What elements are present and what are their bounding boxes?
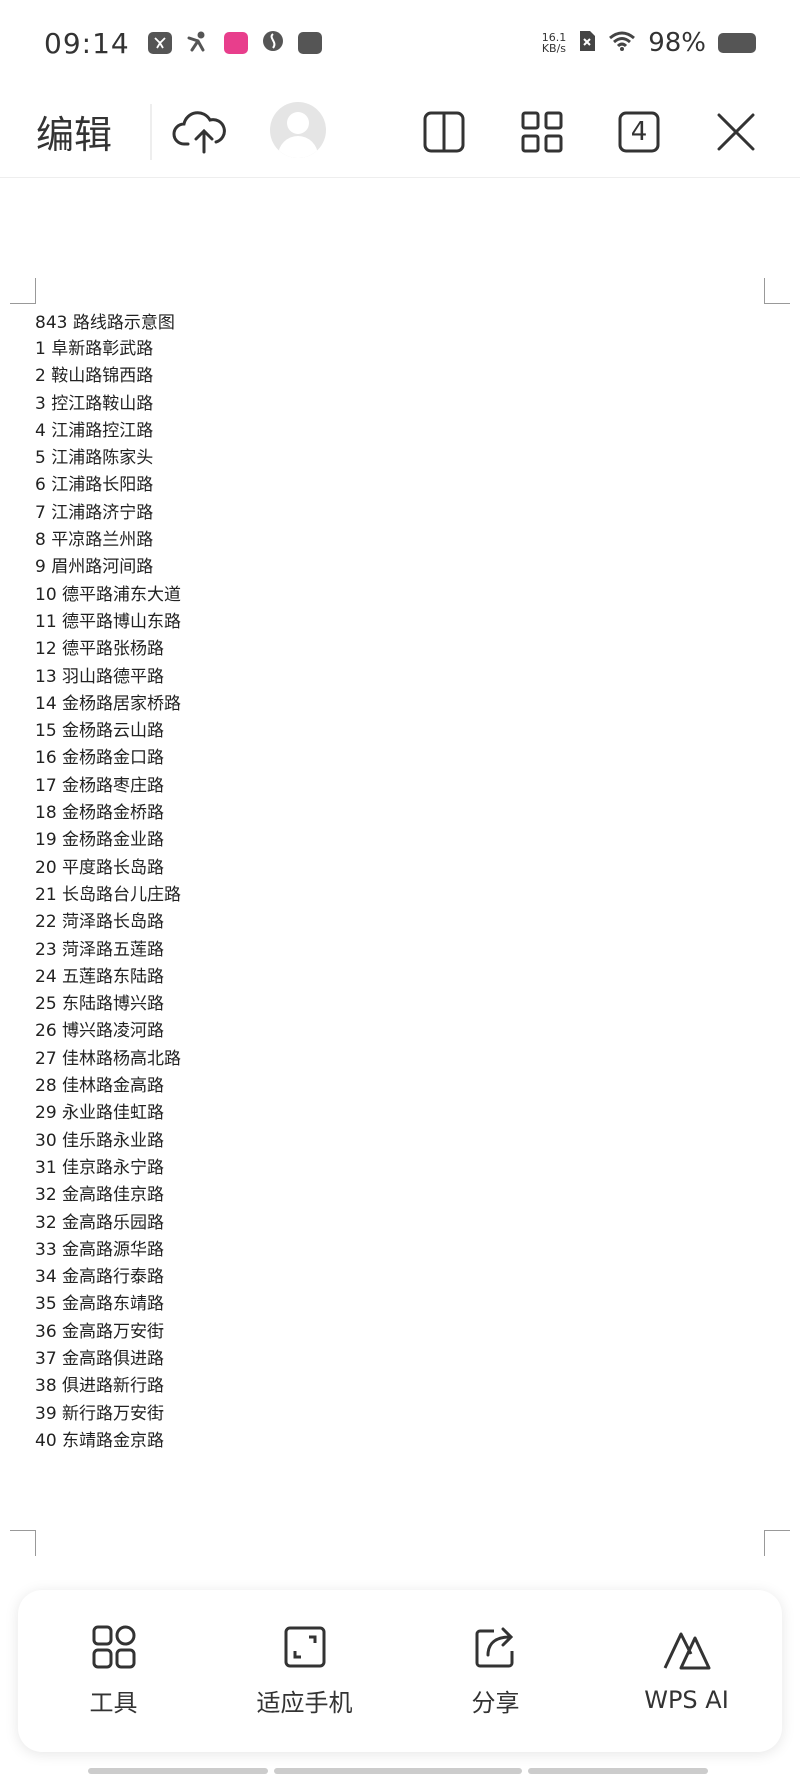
sim-icon: [578, 30, 596, 56]
page-corner-mark: [10, 1530, 36, 1556]
route-line: 36 金高路万安街: [35, 1321, 165, 1342]
share-label: 分享: [471, 1688, 520, 1717]
scroll-segment: [528, 1768, 708, 1774]
route-line: 11 德平路博山东路: [35, 611, 182, 632]
route-list: 1 阜新路彰武路 2 鞍山路锦西路 3 控江路鞍山路 4 江浦路控江路 5 江浦路陈家头…: [0, 336, 181, 1455]
route-line: 30 佳乐路永业路: [35, 1130, 165, 1151]
route-line: 31 佳京路永宁路: [35, 1157, 165, 1178]
route-line: 34 金高路行泰路: [35, 1267, 165, 1288]
route-line: 25 东陆路博兴路: [35, 994, 165, 1015]
tools-label: 工具: [89, 1688, 138, 1717]
route-line: 15 金杨路云山路: [35, 721, 165, 742]
route-line: 23 菏泽路五莲路: [35, 939, 165, 960]
route-line: 37 金高路俱进路: [35, 1348, 165, 1369]
status-bar: 09:14 16.1 KB/s 98%: [0, 0, 800, 86]
document-toolbar: 编辑 4: [0, 86, 800, 178]
page-corner-mark: [10, 278, 36, 304]
news-icon: [297, 32, 322, 54]
route-line: 39 新行路万安街: [35, 1403, 165, 1424]
document-title: 843 路线路示意图: [35, 313, 175, 333]
route-line: 3 控江路鞍山路: [35, 393, 154, 414]
page-count-button[interactable]: 4: [611, 104, 667, 160]
wps-ai-button[interactable]: WPS AI: [607, 1628, 767, 1714]
route-line: 18 金杨路金桥路: [35, 803, 165, 824]
fit-screen-icon: [284, 1626, 325, 1667]
scroll-segment: [88, 1768, 268, 1774]
scroll-segment: [274, 1768, 522, 1774]
route-line: 27 佳林路杨高北路: [35, 1048, 182, 1069]
route-line: 22 菏泽路长岛路: [35, 912, 165, 933]
wifi-icon: [608, 30, 636, 56]
toolbar-divider: [150, 103, 152, 160]
route-line: 26 博兴路凌河路: [35, 1021, 165, 1042]
tools-icon: [92, 1625, 135, 1668]
avatar[interactable]: [270, 102, 326, 158]
status-time: 09:14: [44, 26, 130, 60]
page-corner-mark: [764, 278, 790, 304]
route-line: 12 德平路张杨路: [35, 639, 165, 660]
toutiao-icon: [147, 32, 172, 54]
route-line: 10 德平路浦东大道: [35, 584, 182, 605]
globe-icon: [262, 30, 284, 56]
page-count: 4: [630, 117, 648, 147]
document-page: 843 路线路示意图 1 阜新路彰武路 2 鞍山路锦西路 3 控江路鞍山路 4 江浦路…: [0, 178, 800, 1578]
route-line: 6 江浦路长阳路: [35, 475, 154, 496]
status-app-icons: [147, 30, 322, 56]
share-icon: [475, 1627, 513, 1667]
split-view-icon[interactable]: [416, 104, 472, 160]
person-icon: [186, 30, 210, 56]
route-line: 40 东靖路金京路: [35, 1430, 165, 1451]
route-line: 17 金杨路枣庄路: [35, 775, 165, 796]
fit-to-phone-button[interactable]: 适应手机: [225, 1625, 385, 1718]
route-line: 5 江浦路陈家头: [35, 448, 154, 469]
route-line: 21 长岛路台儿庄路: [35, 884, 182, 905]
route-line: 38 俱进路新行路: [35, 1376, 165, 1397]
scroll-indicator: [88, 1768, 708, 1774]
route-line: 19 金杨路金业路: [35, 830, 165, 851]
network-speed: 16.1 KB/s: [541, 31, 567, 55]
fit-to-phone-label: 适应手机: [256, 1688, 353, 1717]
route-line: 29 永业路佳虹路: [35, 1103, 165, 1124]
edit-button[interactable]: 编辑: [36, 104, 146, 159]
battery-icon: [718, 33, 756, 53]
route-line: 8 平凉路兰州路: [35, 530, 154, 551]
grid-view-icon[interactable]: [514, 104, 570, 160]
route-line: 4 江浦路控江路: [35, 420, 154, 441]
cloud-upload-icon[interactable]: [172, 104, 228, 160]
battery-percent: 98%: [648, 28, 706, 58]
wps-ai-icon: [663, 1632, 710, 1670]
pink-app-icon: [223, 32, 248, 54]
route-line: 7 江浦路济宁路: [35, 502, 154, 523]
wps-ai-label: WPS AI: [644, 1686, 729, 1714]
route-line: 28 佳林路金高路: [35, 1076, 165, 1097]
route-line: 32 金高路乐园路: [35, 1212, 165, 1233]
route-line: 24 五莲路东陆路: [35, 966, 165, 987]
share-button[interactable]: 分享: [416, 1625, 576, 1718]
route-line: 33 金高路源华路: [35, 1239, 165, 1260]
route-line: 35 金高路东靖路: [35, 1294, 165, 1315]
route-line: 2 鞍山路锦西路: [35, 366, 154, 387]
route-line: 13 羽山路德平路: [35, 666, 165, 687]
route-line: 32 金高路佳京路: [35, 1185, 165, 1206]
route-line: 9 眉州路河间路: [35, 557, 154, 578]
route-line: 1 阜新路彰武路: [35, 339, 154, 359]
bottom-action-bar: 工具 适应手机 分享 WPS AI: [18, 1590, 782, 1752]
route-line: 20 平度路长岛路: [35, 857, 165, 878]
close-icon[interactable]: [708, 104, 764, 160]
route-line: 14 金杨路居家桥路: [35, 693, 182, 714]
tools-button[interactable]: 工具: [34, 1625, 194, 1718]
page-corner-mark: [764, 1530, 790, 1556]
route-line: 16 金杨路金口路: [35, 748, 165, 769]
